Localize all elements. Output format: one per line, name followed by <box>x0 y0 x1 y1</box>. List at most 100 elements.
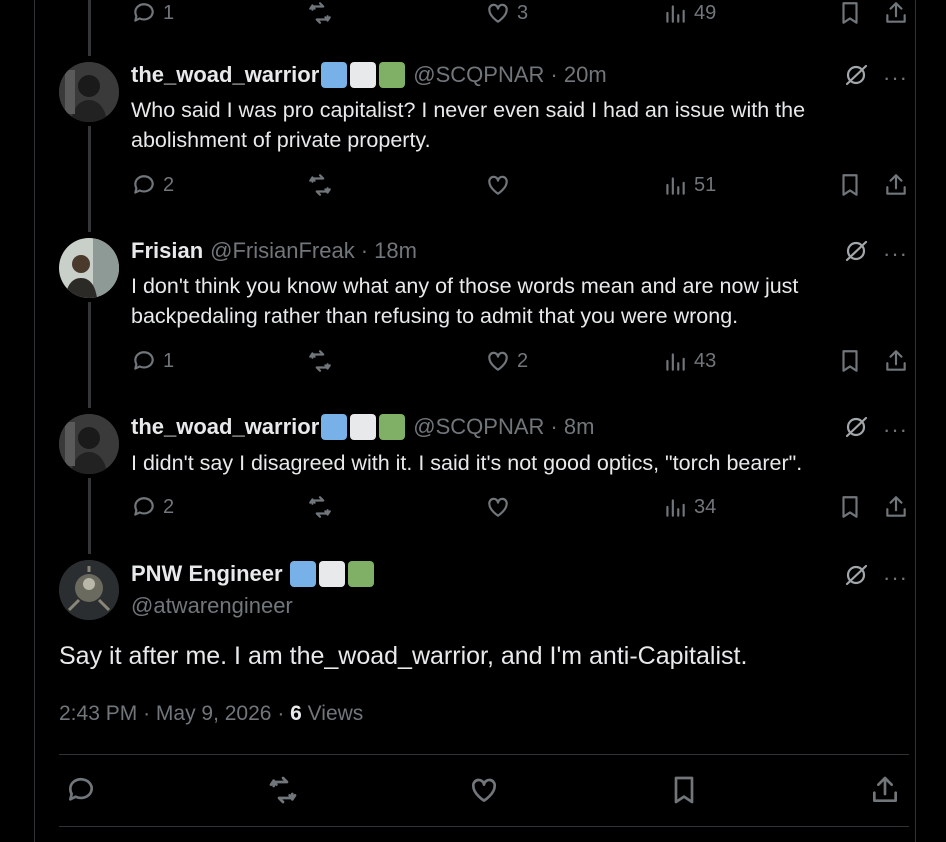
badge-green <box>379 414 406 440</box>
retweet-icon <box>309 2 331 24</box>
views-count: 6 <box>290 702 302 725</box>
grok-icon[interactable] <box>843 62 869 93</box>
share-button[interactable] <box>869 774 901 806</box>
views-button[interactable]: 43 <box>662 348 716 374</box>
share-icon <box>886 496 906 517</box>
like-button[interactable]: 3 <box>485 0 528 26</box>
bookmark-icon <box>842 350 858 372</box>
views-button[interactable]: 49 <box>662 0 716 26</box>
thread-line <box>88 126 91 232</box>
like-button[interactable]: 2 <box>485 348 528 374</box>
thread-line <box>88 0 91 56</box>
display-name[interactable]: the_woad_warrior <box>131 62 319 88</box>
share-button[interactable] <box>883 348 909 374</box>
heart-icon <box>488 3 508 23</box>
user-handle[interactable]: @SCQPNAR <box>413 414 544 440</box>
retweet-icon <box>269 776 297 804</box>
badge-white <box>350 62 377 88</box>
display-name[interactable]: the_woad_warrior <box>131 414 319 440</box>
retweet-button[interactable] <box>307 0 333 26</box>
share-icon <box>886 174 906 195</box>
meta-separator: · <box>277 702 291 725</box>
grok-icon[interactable] <box>843 562 869 593</box>
display-name[interactable]: PNW Engineer <box>131 561 283 587</box>
user-handle[interactable]: @FrisianFreak <box>210 238 355 264</box>
views-icon <box>666 5 685 23</box>
retweet-icon <box>309 350 331 372</box>
retweet-button[interactable] <box>307 348 333 374</box>
tweet-meta: 2:43 PM · May 9, 2026 · 6 Views <box>59 702 363 726</box>
views-icon <box>666 499 685 517</box>
reply-button[interactable]: 2 <box>131 172 174 198</box>
reply-button[interactable]: 2 <box>131 494 174 520</box>
share-button[interactable] <box>883 172 909 198</box>
timestamp[interactable]: · 18m <box>361 238 417 264</box>
tweet-actions: 2 34 <box>131 494 909 528</box>
share-button[interactable] <box>883 0 909 26</box>
grok-icon[interactable] <box>843 238 869 269</box>
like-button[interactable] <box>468 774 500 806</box>
timestamp[interactable]: · 20m <box>550 62 606 88</box>
bookmark-button[interactable] <box>668 774 700 806</box>
retweet-button[interactable] <box>267 774 299 806</box>
retweet-button[interactable] <box>307 172 333 198</box>
avatar[interactable] <box>59 238 119 298</box>
post-time[interactable]: 2:43 PM <box>59 702 137 725</box>
thread-line <box>88 302 91 408</box>
tweet-header: the_woad_warrior @SCQPNAR · 20m <box>131 62 607 88</box>
display-name[interactable]: Frisian <box>131 238 203 264</box>
like-button[interactable] <box>485 172 511 198</box>
bookmark-button[interactable] <box>837 494 863 520</box>
retweet-button[interactable] <box>307 494 333 520</box>
bookmark-button[interactable] <box>837 172 863 198</box>
reply-button[interactable] <box>65 774 97 806</box>
views-button[interactable]: 34 <box>662 494 716 520</box>
views-button[interactable]: 51 <box>662 172 716 198</box>
tweet-text: I didn't say I disagreed with it. I said… <box>131 451 803 475</box>
share-icon <box>886 350 906 371</box>
more-icon[interactable]: ··· <box>883 241 908 267</box>
divider <box>59 754 909 755</box>
heart-icon <box>471 778 497 802</box>
share-icon <box>886 2 906 23</box>
like-count: 2 <box>517 349 529 372</box>
flag-badges <box>319 62 406 88</box>
retweet-icon <box>309 174 331 196</box>
tweet-header: Frisian @FrisianFreak · 18m <box>131 238 417 264</box>
heart-icon <box>488 351 508 371</box>
more-icon[interactable]: ··· <box>883 65 908 91</box>
reply-button[interactable]: 1 <box>131 348 174 374</box>
user-handle[interactable]: @SCQPNAR <box>413 62 544 88</box>
tweet-actions: 1 3 49 <box>131 0 909 34</box>
badge-white <box>350 414 377 440</box>
tweet-menu: ··· <box>843 562 908 593</box>
heart-icon <box>488 175 508 195</box>
post-date[interactable]: May 9, 2026 <box>156 702 272 725</box>
avatar[interactable] <box>59 414 119 474</box>
grok-icon[interactable] <box>843 414 869 445</box>
bookmark-icon <box>674 776 694 804</box>
badge-blue <box>289 561 316 587</box>
more-icon[interactable]: ··· <box>883 565 908 591</box>
flag-badges <box>319 414 406 440</box>
bookmark-icon <box>842 2 858 24</box>
avatar[interactable] <box>59 560 119 620</box>
reply-count: 2 <box>163 173 175 196</box>
views-count: 51 <box>694 173 717 196</box>
badge-green <box>379 62 406 88</box>
main-tweet-actions <box>59 774 909 810</box>
flag-badges <box>288 561 374 587</box>
like-button[interactable] <box>485 494 511 520</box>
reply-button[interactable]: 1 <box>131 0 174 26</box>
share-button[interactable] <box>883 494 909 520</box>
tweet-menu: ··· <box>843 62 908 93</box>
timestamp[interactable]: · 8m <box>550 414 594 440</box>
avatar[interactable] <box>59 62 119 122</box>
views-icon <box>666 353 685 371</box>
bookmark-button[interactable] <box>837 348 863 374</box>
reply-icon <box>134 497 154 516</box>
more-icon[interactable]: ··· <box>883 417 908 443</box>
tweet-actions: 1 2 43 <box>131 348 909 382</box>
bookmark-button[interactable] <box>837 0 863 26</box>
user-handle[interactable]: @atwarengineer <box>131 593 293 619</box>
